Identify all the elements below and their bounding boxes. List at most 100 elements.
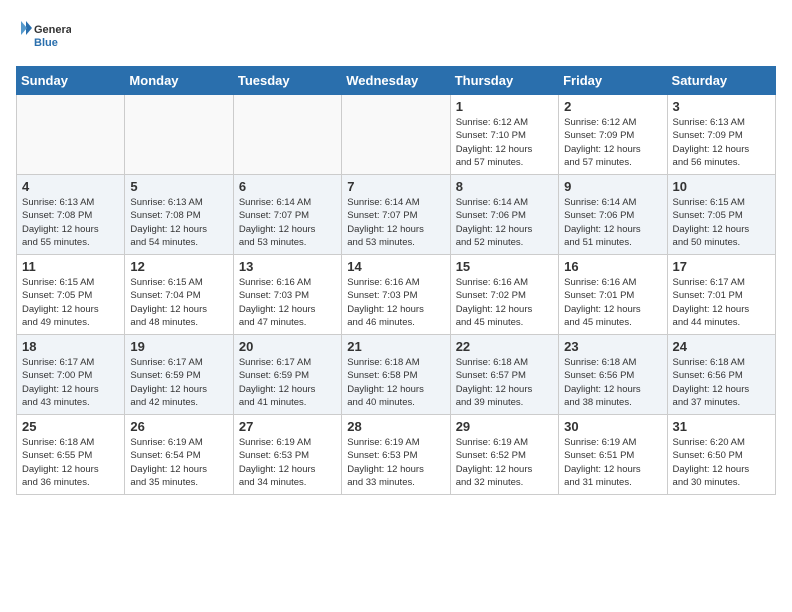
day-number: 26	[130, 419, 227, 434]
day-info: Sunrise: 6:12 AM Sunset: 7:10 PM Dayligh…	[456, 116, 553, 169]
svg-text:Blue: Blue	[34, 37, 58, 49]
calendar-cell: 12 Sunrise: 6:15 AM Sunset: 7:04 PM Dayli…	[125, 255, 233, 335]
calendar-cell: 9 Sunrise: 6:14 AM Sunset: 7:06 PM Daylig…	[559, 175, 667, 255]
day-info: Sunrise: 6:17 AM Sunset: 6:59 PM Dayligh…	[130, 356, 227, 409]
calendar-cell: 27Sunrise: 6:19 AM Sunset: 6:53 PM Dayli…	[233, 415, 341, 495]
day-info: Sunrise: 6:15 AM Sunset: 7:05 PM Dayligh…	[673, 196, 770, 249]
day-number: 24	[673, 339, 770, 354]
day-number: 29	[456, 419, 553, 434]
day-info: Sunrise: 6:19 AM Sunset: 6:54 PM Dayligh…	[130, 436, 227, 489]
calendar-cell: 13 Sunrise: 6:16 AM Sunset: 7:03 PM Dayli…	[233, 255, 341, 335]
calendar-cell: 20Sunrise: 6:17 AM Sunset: 6:59 PM Dayli…	[233, 335, 341, 415]
day-number: 2	[564, 99, 661, 114]
day-info: Sunrise: 6:19 AM Sunset: 6:52 PM Dayligh…	[456, 436, 553, 489]
day-number: 14	[347, 259, 444, 274]
svg-text:General: General	[34, 24, 71, 36]
day-info: Sunrise: 6:19 AM Sunset: 6:53 PM Dayligh…	[239, 436, 336, 489]
calendar-cell: 15 Sunrise: 6:16 AM Sunset: 7:02 PM Dayli…	[450, 255, 558, 335]
day-number: 16	[564, 259, 661, 274]
day-number: 31	[673, 419, 770, 434]
calendar-cell: 17 Sunrise: 6:17 AM Sunset: 7:01 PM Dayli…	[667, 255, 775, 335]
day-number: 1	[456, 99, 553, 114]
weekday-header-saturday: Saturday	[667, 67, 775, 95]
day-number: 13	[239, 259, 336, 274]
day-info: Sunrise: 6:16 AM Sunset: 7:02 PM Dayligh…	[456, 276, 553, 329]
day-info: Sunrise: 6:18 AM Sunset: 6:56 PM Dayligh…	[673, 356, 770, 409]
calendar-cell: 31 Sunrise: 6:20 AM Sunset: 6:50 PM Dayli…	[667, 415, 775, 495]
day-info: Sunrise: 6:14 AM Sunset: 7:07 PM Dayligh…	[347, 196, 444, 249]
day-info: Sunrise: 6:15 AM Sunset: 7:04 PM Dayligh…	[130, 276, 227, 329]
weekday-header-thursday: Thursday	[450, 67, 558, 95]
weekday-header-row: SundayMondayTuesdayWednesdayThursdayFrid…	[17, 67, 776, 95]
calendar-cell: 7 Sunrise: 6:14 AM Sunset: 7:07 PM Daylig…	[342, 175, 450, 255]
calendar-cell: 26 Sunrise: 6:19 AM Sunset: 6:54 PM Dayli…	[125, 415, 233, 495]
calendar-cell: 30 Sunrise: 6:19 AM Sunset: 6:51 PM Dayli…	[559, 415, 667, 495]
logo: General Blue	[16, 16, 71, 56]
day-info: Sunrise: 6:13 AM Sunset: 7:08 PM Dayligh…	[22, 196, 119, 249]
day-info: Sunrise: 6:13 AM Sunset: 7:09 PM Dayligh…	[673, 116, 770, 169]
calendar-cell: 19 Sunrise: 6:17 AM Sunset: 6:59 PM Dayli…	[125, 335, 233, 415]
calendar-cell: 16 Sunrise: 6:16 AM Sunset: 7:01 PM Dayli…	[559, 255, 667, 335]
calendar-cell: 2Sunrise: 6:12 AM Sunset: 7:09 PM Daylig…	[559, 95, 667, 175]
week-row-4: 18 Sunrise: 6:17 AM Sunset: 7:00 PM Dayli…	[17, 335, 776, 415]
calendar-cell: 10Sunrise: 6:15 AM Sunset: 7:05 PM Dayli…	[667, 175, 775, 255]
day-info: Sunrise: 6:19 AM Sunset: 6:51 PM Dayligh…	[564, 436, 661, 489]
day-number: 25	[22, 419, 119, 434]
calendar-cell: 24 Sunrise: 6:18 AM Sunset: 6:56 PM Dayli…	[667, 335, 775, 415]
calendar-cell: 18 Sunrise: 6:17 AM Sunset: 7:00 PM Dayli…	[17, 335, 125, 415]
day-number: 28	[347, 419, 444, 434]
calendar-table: SundayMondayTuesdayWednesdayThursdayFrid…	[16, 66, 776, 495]
weekday-header-monday: Monday	[125, 67, 233, 95]
page-header: General Blue	[16, 16, 776, 56]
day-number: 21	[347, 339, 444, 354]
day-number: 30	[564, 419, 661, 434]
day-number: 5	[130, 179, 227, 194]
calendar-cell: 8Sunrise: 6:14 AM Sunset: 7:06 PM Daylig…	[450, 175, 558, 255]
day-number: 20	[239, 339, 336, 354]
day-info: Sunrise: 6:18 AM Sunset: 6:58 PM Dayligh…	[347, 356, 444, 409]
day-info: Sunrise: 6:17 AM Sunset: 7:00 PM Dayligh…	[22, 356, 119, 409]
weekday-header-wednesday: Wednesday	[342, 67, 450, 95]
day-info: Sunrise: 6:16 AM Sunset: 7:03 PM Dayligh…	[239, 276, 336, 329]
weekday-header-friday: Friday	[559, 67, 667, 95]
weekday-header-sunday: Sunday	[17, 67, 125, 95]
day-number: 19	[130, 339, 227, 354]
calendar-cell: 25 Sunrise: 6:18 AM Sunset: 6:55 PM Dayli…	[17, 415, 125, 495]
calendar-cell: 5 Sunrise: 6:13 AM Sunset: 7:08 PM Daylig…	[125, 175, 233, 255]
week-row-3: 11 Sunrise: 6:15 AM Sunset: 7:05 PM Dayli…	[17, 255, 776, 335]
day-info: Sunrise: 6:13 AM Sunset: 7:08 PM Dayligh…	[130, 196, 227, 249]
calendar-cell: 21 Sunrise: 6:18 AM Sunset: 6:58 PM Dayli…	[342, 335, 450, 415]
day-info: Sunrise: 6:14 AM Sunset: 7:06 PM Dayligh…	[456, 196, 553, 249]
day-info: Sunrise: 6:16 AM Sunset: 7:03 PM Dayligh…	[347, 276, 444, 329]
day-number: 6	[239, 179, 336, 194]
day-info: Sunrise: 6:18 AM Sunset: 6:55 PM Dayligh…	[22, 436, 119, 489]
day-number: 12	[130, 259, 227, 274]
day-number: 9	[564, 179, 661, 194]
day-info: Sunrise: 6:17 AM Sunset: 7:01 PM Dayligh…	[673, 276, 770, 329]
calendar-cell	[233, 95, 341, 175]
logo-svg: General Blue	[16, 16, 71, 56]
day-number: 4	[22, 179, 119, 194]
calendar-cell: 3 Sunrise: 6:13 AM Sunset: 7:09 PM Daylig…	[667, 95, 775, 175]
day-info: Sunrise: 6:20 AM Sunset: 6:50 PM Dayligh…	[673, 436, 770, 489]
week-row-2: 4 Sunrise: 6:13 AM Sunset: 7:08 PM Daylig…	[17, 175, 776, 255]
calendar-cell: 29 Sunrise: 6:19 AM Sunset: 6:52 PM Dayli…	[450, 415, 558, 495]
day-number: 7	[347, 179, 444, 194]
day-info: Sunrise: 6:15 AM Sunset: 7:05 PM Dayligh…	[22, 276, 119, 329]
week-row-1: 1 Sunrise: 6:12 AM Sunset: 7:10 PM Daylig…	[17, 95, 776, 175]
day-info: Sunrise: 6:18 AM Sunset: 6:56 PM Dayligh…	[564, 356, 661, 409]
day-number: 15	[456, 259, 553, 274]
day-info: Sunrise: 6:16 AM Sunset: 7:01 PM Dayligh…	[564, 276, 661, 329]
calendar-cell: 28 Sunrise: 6:19 AM Sunset: 6:53 PM Dayli…	[342, 415, 450, 495]
calendar-cell: 14 Sunrise: 6:16 AM Sunset: 7:03 PM Dayli…	[342, 255, 450, 335]
day-info: Sunrise: 6:19 AM Sunset: 6:53 PM Dayligh…	[347, 436, 444, 489]
week-row-5: 25 Sunrise: 6:18 AM Sunset: 6:55 PM Dayli…	[17, 415, 776, 495]
day-number: 17	[673, 259, 770, 274]
calendar-cell: 6 Sunrise: 6:14 AM Sunset: 7:07 PM Daylig…	[233, 175, 341, 255]
day-info: Sunrise: 6:14 AM Sunset: 7:06 PM Dayligh…	[564, 196, 661, 249]
day-number: 11	[22, 259, 119, 274]
day-info: Sunrise: 6:18 AM Sunset: 6:57 PM Dayligh…	[456, 356, 553, 409]
day-number: 18	[22, 339, 119, 354]
day-number: 3	[673, 99, 770, 114]
day-info: Sunrise: 6:14 AM Sunset: 7:07 PM Dayligh…	[239, 196, 336, 249]
